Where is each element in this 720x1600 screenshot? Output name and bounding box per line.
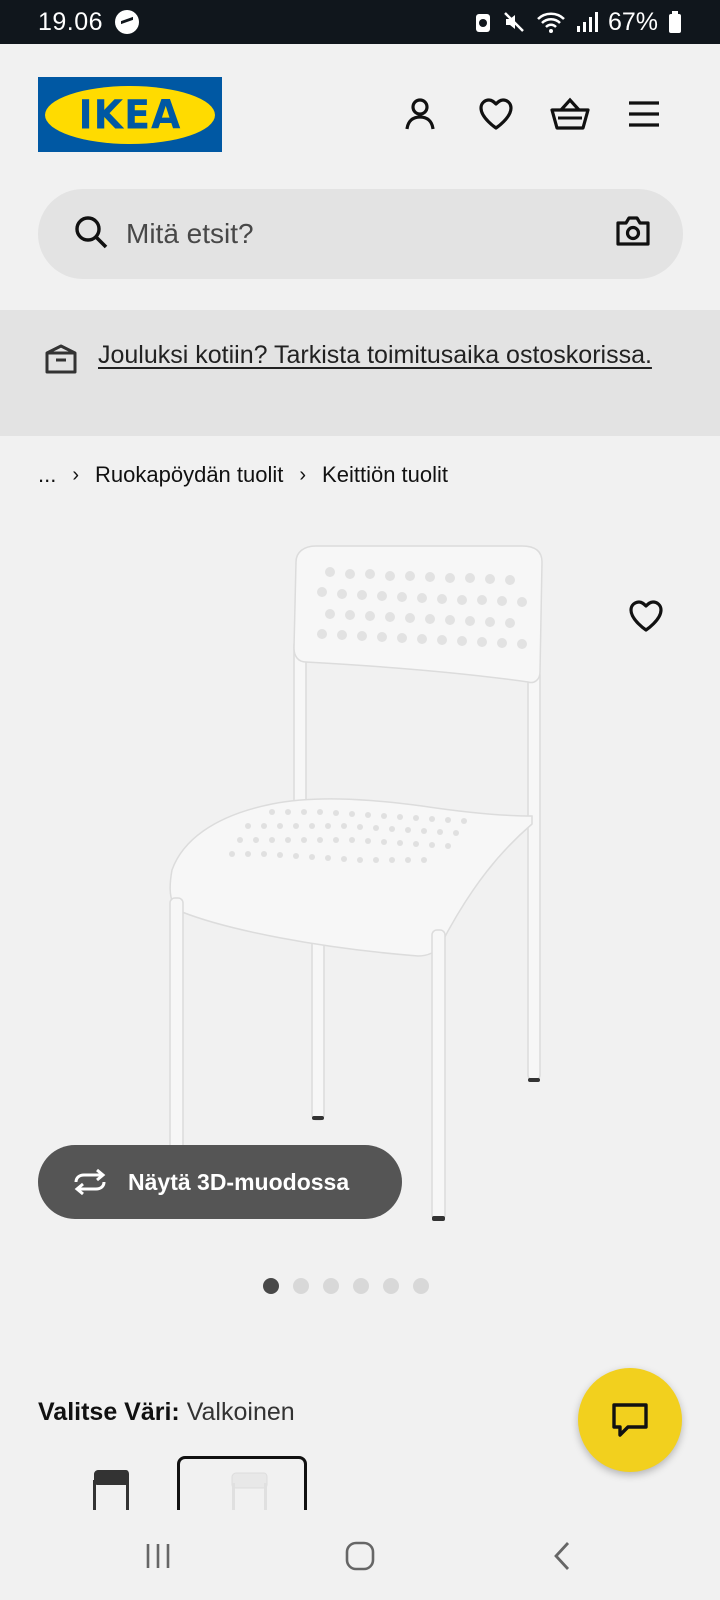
search-bar: [38, 189, 683, 279]
delivery-banner: Jouluksi kotiin? Tarkista toimitusaika o…: [0, 310, 720, 436]
mute-icon: [504, 12, 524, 32]
chat-bubble-icon: [612, 1403, 648, 1437]
logo-text: IKEA: [78, 91, 182, 138]
search-input[interactable]: [126, 207, 586, 261]
color-swatch-black[interactable]: [38, 1456, 168, 1512]
messenger-icon: [115, 10, 140, 34]
breadcrumb: ... › Ruokapöydän tuolit › Keittiön tuol…: [38, 462, 448, 488]
signal-icon: [576, 12, 598, 32]
carousel-dot[interactable]: [263, 1278, 279, 1294]
shopping-basket-icon[interactable]: [548, 92, 592, 136]
site-header: IKEA: [0, 44, 720, 180]
status-time: 19.06: [38, 7, 104, 36]
carousel-dot[interactable]: [413, 1278, 429, 1294]
breadcrumb-chevron-icon: ›: [72, 463, 80, 486]
recycle-icon: [475, 14, 490, 32]
delivery-banner-link[interactable]: Jouluksi kotiin? Tarkista toimitusaika o…: [98, 335, 658, 375]
breadcrumb-ellipsis[interactable]: ...: [38, 462, 56, 488]
chat-button[interactable]: [578, 1368, 682, 1472]
back-icon[interactable]: [542, 1538, 582, 1574]
camera-icon[interactable]: [615, 215, 651, 247]
home-icon[interactable]: [340, 1538, 380, 1574]
color-selection-label: Valitse Väri: Valkoinen: [38, 1398, 295, 1427]
battery-percent: 67%: [607, 7, 658, 36]
search-icon: [75, 216, 108, 249]
carousel-dot[interactable]: [293, 1278, 309, 1294]
ikea-logo[interactable]: IKEA: [38, 77, 222, 152]
breadcrumb-chevron-icon: ›: [299, 463, 307, 486]
wifi-icon: [537, 12, 565, 33]
breadcrumb-item[interactable]: Keittiön tuolit: [322, 462, 448, 488]
view-3d-label: Näytä 3D-muodossa: [128, 1168, 350, 1195]
image-carousel-indicator: [0, 1278, 720, 1294]
carousel-dot[interactable]: [353, 1278, 369, 1294]
color-selected-value: Valkoinen: [186, 1398, 295, 1426]
carousel-dot[interactable]: [323, 1278, 339, 1294]
delivery-box-icon: [45, 344, 77, 374]
battery-icon: [669, 11, 681, 33]
system-nav-bar: [0, 1510, 720, 1600]
account-icon[interactable]: [398, 92, 442, 136]
breadcrumb-item[interactable]: Ruokapöydän tuolit: [95, 462, 283, 488]
carousel-dot[interactable]: [383, 1278, 399, 1294]
product-image[interactable]: [0, 510, 720, 1250]
rotate-3d-icon: [74, 1168, 106, 1196]
recent-apps-icon[interactable]: [138, 1538, 178, 1574]
status-bar: 19.06 67%: [0, 0, 720, 44]
color-swatch-white[interactable]: [177, 1456, 307, 1512]
view-3d-button[interactable]: Näytä 3D-muodossa: [38, 1145, 402, 1219]
menu-icon[interactable]: [622, 92, 666, 136]
product-favorite-heart-icon[interactable]: [622, 592, 670, 640]
color-label-heading: Valitse Väri:: [38, 1398, 180, 1426]
wishlist-heart-icon[interactable]: [474, 92, 518, 136]
